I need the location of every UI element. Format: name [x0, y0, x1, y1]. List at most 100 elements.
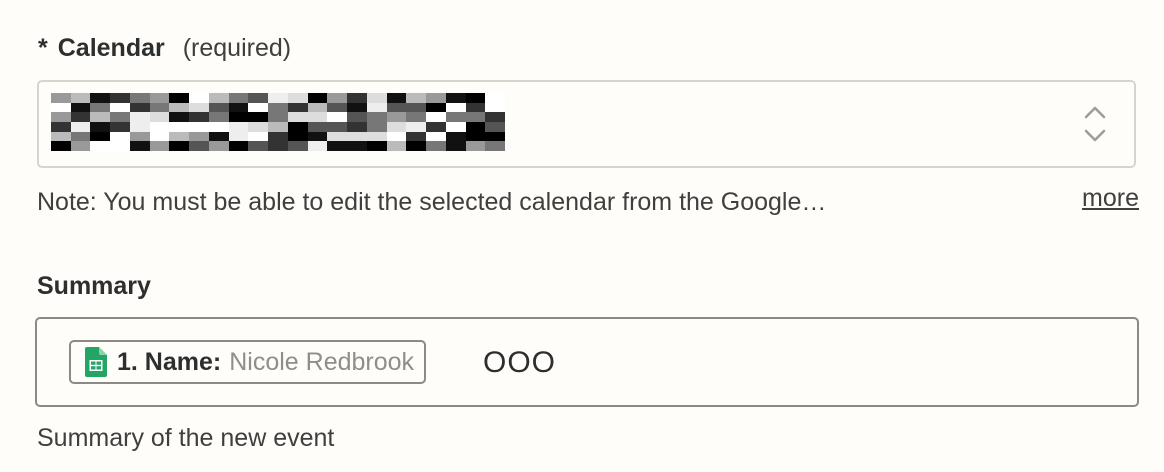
redaction-pixel	[406, 112, 427, 122]
redaction-pixel	[485, 93, 505, 103]
calendar-select[interactable]	[37, 80, 1136, 168]
redaction-pixel	[406, 141, 427, 151]
redaction-pixel	[90, 102, 111, 113]
redaction-pixel	[90, 131, 111, 142]
redaction-pixel	[169, 112, 190, 122]
redaction-pixel	[129, 93, 150, 103]
redaction-pixel	[110, 102, 130, 113]
redaction-pixel	[327, 93, 348, 103]
redaction-pixel	[70, 102, 91, 113]
redaction-pixel	[386, 102, 407, 113]
chevron-up-down-icon	[1084, 106, 1106, 142]
redaction-pixel	[307, 102, 328, 113]
redaction-pixel	[366, 131, 387, 142]
redaction-pixel	[70, 122, 91, 132]
redaction-pixel	[485, 141, 505, 151]
redaction-pixel	[228, 141, 249, 151]
redaction-pixel	[386, 141, 407, 151]
redaction-pixel	[327, 102, 348, 113]
redaction-pixel	[465, 112, 486, 122]
redaction-pixel	[287, 93, 308, 103]
redaction-pixel	[169, 93, 190, 103]
redaction-pixel	[208, 112, 229, 122]
redaction-pixel	[268, 131, 288, 142]
redaction-pixel	[90, 141, 111, 151]
redaction-pixel	[465, 141, 486, 151]
redaction-pixel	[90, 93, 111, 103]
redacted-calendar-value	[51, 93, 505, 151]
redaction-pixel	[149, 141, 170, 151]
redaction-pixel	[347, 102, 367, 113]
summary-typed-text: OOO	[483, 346, 557, 379]
redaction-pixel	[248, 102, 269, 113]
redaction-pixel	[248, 131, 269, 142]
redaction-pixel	[445, 93, 466, 103]
redaction-pixel	[287, 131, 308, 142]
redaction-pixel	[307, 122, 328, 132]
redaction-pixel	[406, 93, 427, 103]
redaction-pixel	[307, 131, 328, 142]
redaction-pixel	[268, 93, 288, 103]
redaction-pixel	[287, 122, 308, 132]
redaction-pixel	[51, 141, 71, 151]
redaction-pixel	[149, 102, 170, 113]
redaction-pixel	[228, 122, 249, 132]
redaction-pixel	[406, 102, 427, 113]
redaction-pixel	[327, 141, 348, 151]
redaction-pixel	[110, 93, 130, 103]
redaction-pixel	[90, 112, 111, 122]
redaction-pixel	[70, 93, 91, 103]
redaction-pixel	[110, 141, 130, 151]
redaction-pixel	[366, 112, 387, 122]
redaction-pixel	[307, 93, 328, 103]
redaction-pixel	[189, 112, 209, 122]
more-link[interactable]: more	[1082, 184, 1139, 213]
redaction-pixel	[189, 93, 209, 103]
redaction-pixel	[426, 93, 446, 103]
redaction-pixel	[169, 102, 190, 113]
summary-input[interactable]: 1. Name: Nicole Redbrook OOO	[35, 317, 1139, 407]
redaction-pixel	[208, 122, 229, 132]
redaction-pixel	[169, 141, 190, 151]
redaction-pixel	[189, 102, 209, 113]
redaction-pixel	[129, 122, 150, 132]
redaction-pixel	[228, 131, 249, 142]
mapped-field-token[interactable]: 1. Name: Nicole Redbrook	[69, 340, 427, 384]
redaction-pixel	[445, 131, 466, 142]
redaction-pixel	[129, 112, 150, 122]
required-asterisk: *	[38, 34, 48, 62]
redaction-pixel	[110, 122, 130, 132]
redaction-pixel	[70, 131, 91, 142]
redaction-pixel	[268, 141, 288, 151]
redaction-pixel	[386, 131, 407, 142]
redaction-pixel	[149, 131, 170, 142]
calendar-help-note: Note: You must be able to edit the selec…	[37, 188, 827, 216]
redaction-pixel	[485, 122, 505, 132]
google-sheets-icon	[85, 347, 107, 377]
redaction-pixel	[189, 131, 209, 142]
redaction-pixel	[445, 141, 466, 151]
redaction-pixel	[149, 122, 170, 132]
calendar-field-label: * Calendar (required)	[38, 34, 291, 63]
redaction-pixel	[426, 141, 446, 151]
calendar-label-text: Calendar	[57, 34, 165, 62]
redaction-pixel	[189, 141, 209, 151]
redaction-pixel	[268, 112, 288, 122]
redaction-pixel	[426, 131, 446, 142]
redaction-pixel	[208, 141, 229, 151]
redaction-pixel	[386, 122, 407, 132]
redaction-pixel	[228, 102, 249, 113]
redaction-pixel	[149, 93, 170, 103]
redaction-pixel	[208, 102, 229, 113]
redaction-pixel	[465, 131, 486, 142]
redaction-pixel	[228, 112, 249, 122]
redaction-pixel	[70, 141, 91, 151]
redaction-pixel	[149, 112, 170, 122]
redaction-pixel	[445, 122, 466, 132]
redaction-pixel	[169, 131, 190, 142]
redaction-pixel	[129, 141, 150, 151]
redaction-pixel	[169, 122, 190, 132]
required-indicator: (required)	[182, 34, 292, 62]
redaction-pixel	[485, 131, 505, 142]
redaction-pixel	[426, 102, 446, 113]
